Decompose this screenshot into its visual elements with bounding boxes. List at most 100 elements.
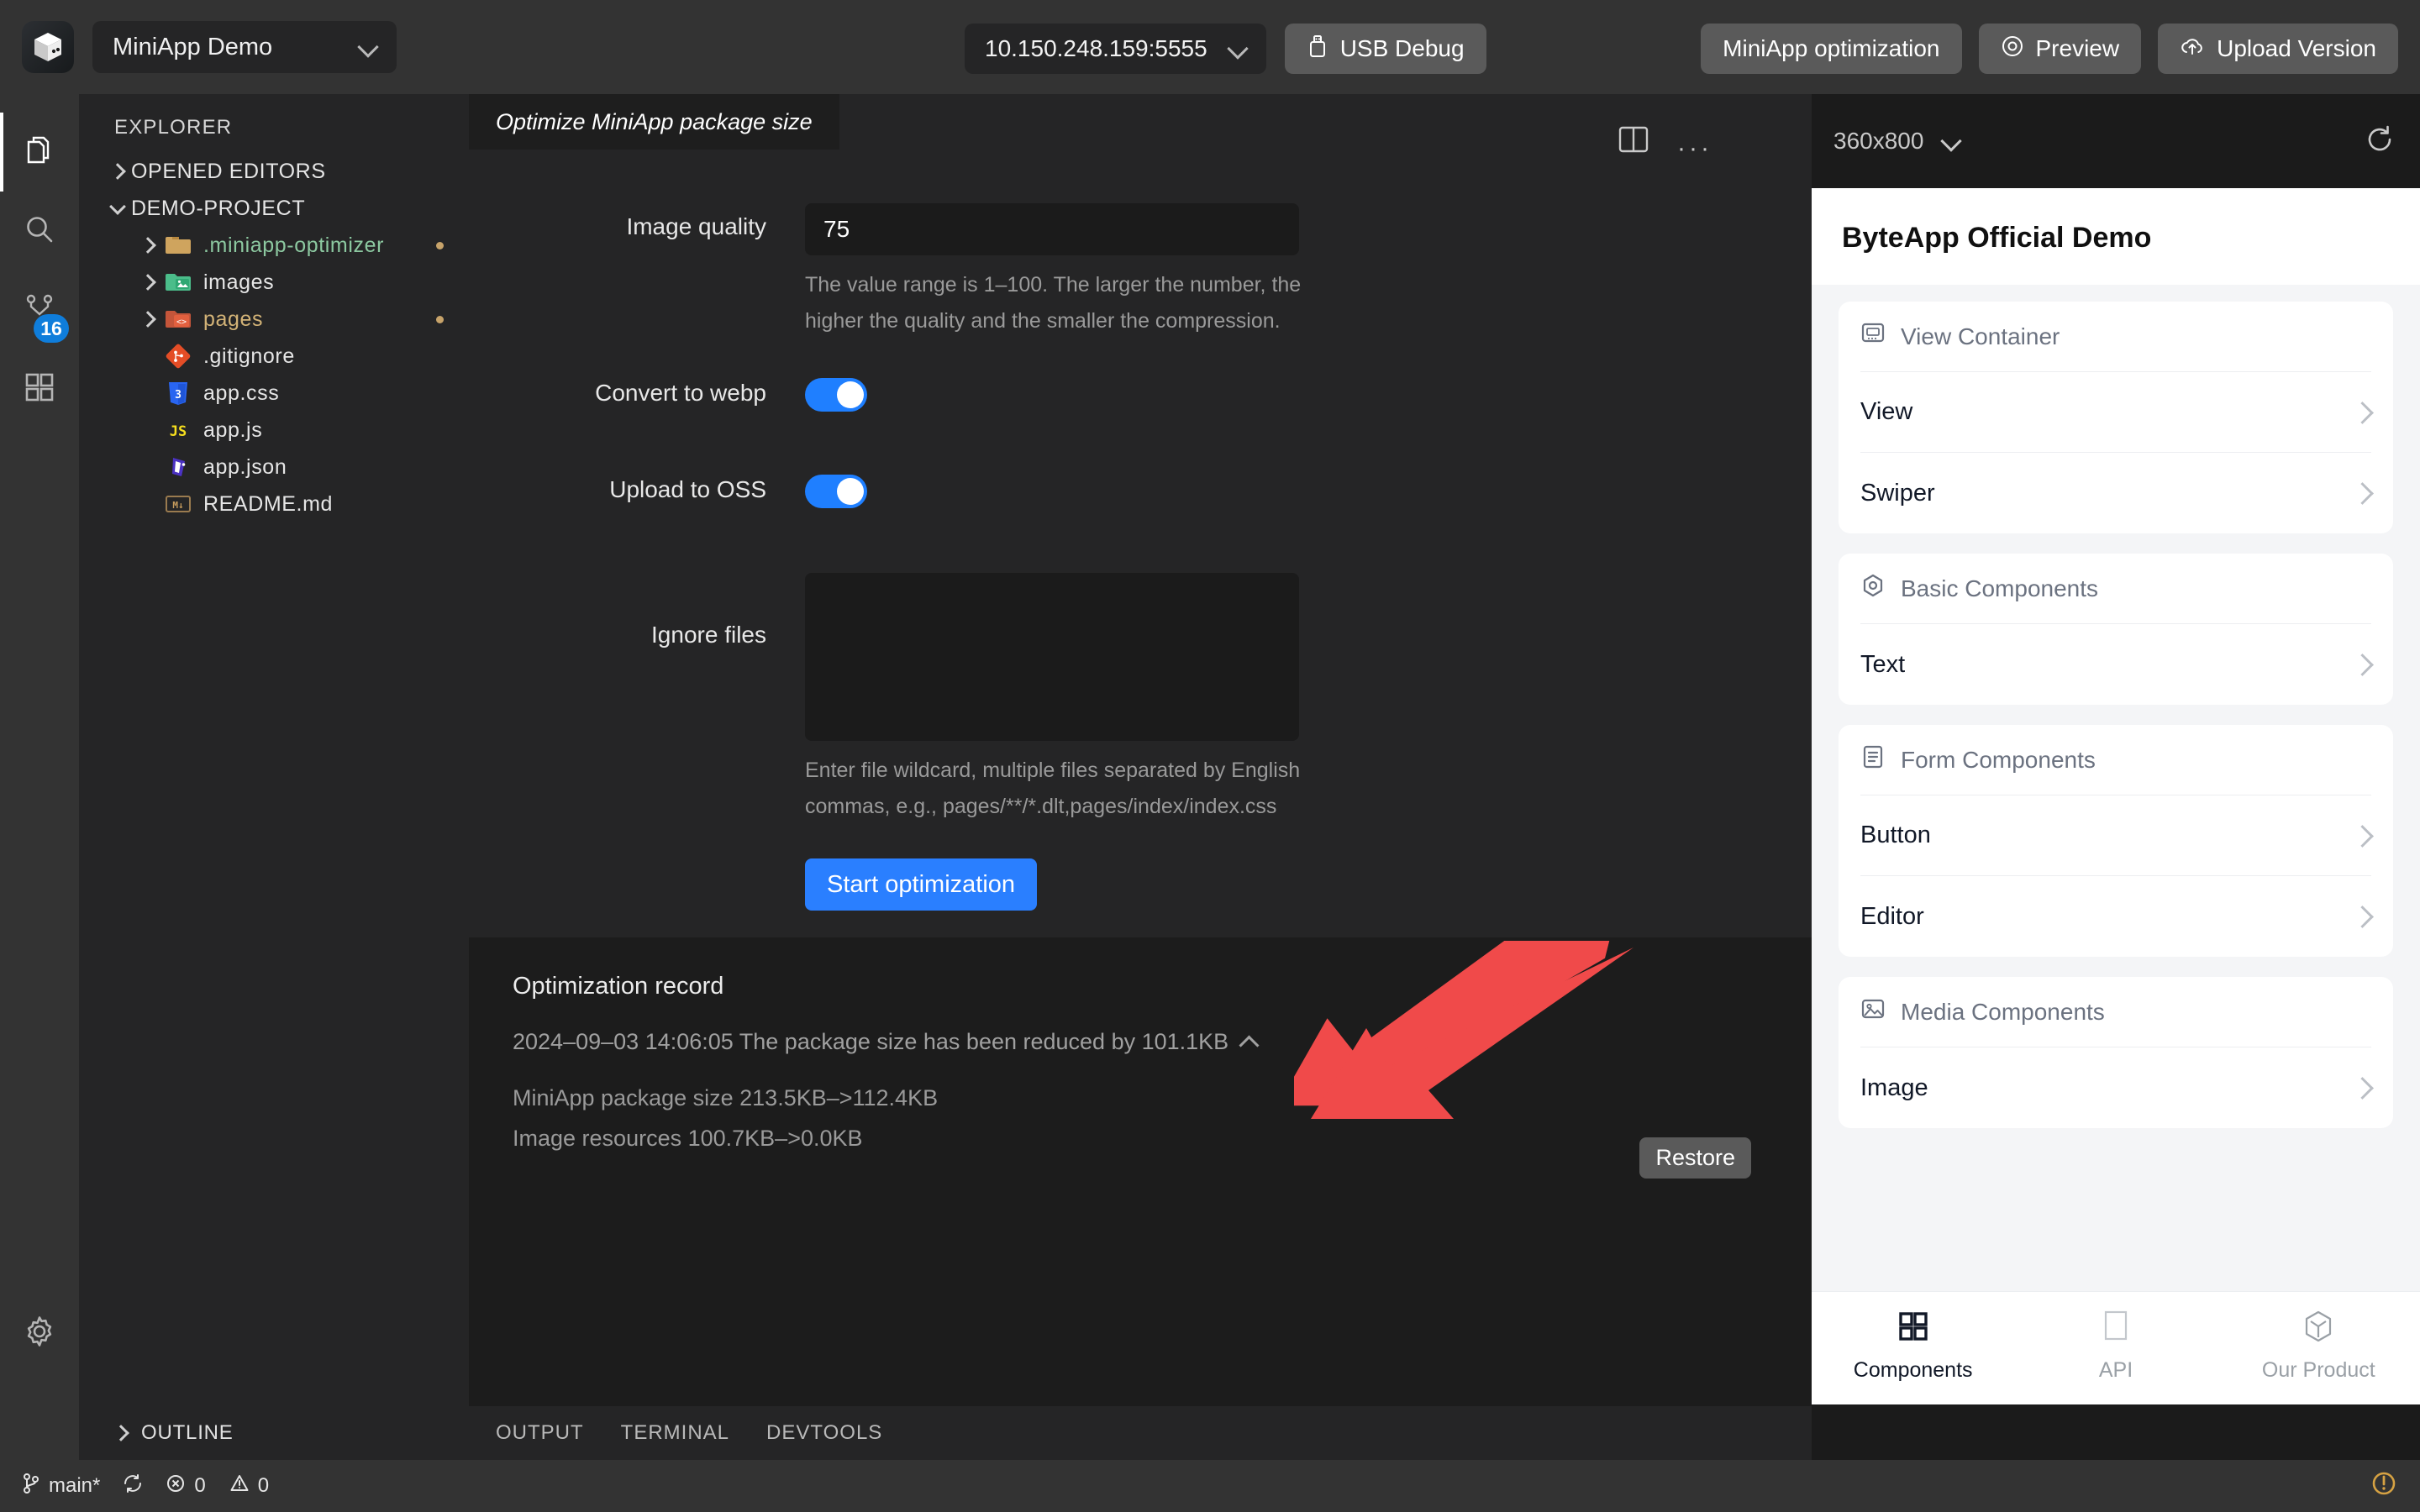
convert-webp-toggle[interactable]: [805, 378, 867, 412]
phone-scroll-area[interactable]: View Container View Swiper Basic Compone…: [1812, 285, 2420, 1291]
refresh-icon[interactable]: [2365, 124, 2395, 159]
status-problems[interactable]: 0 0: [166, 1473, 269, 1499]
device-address: 10.150.248.159:5555: [985, 35, 1207, 61]
project-selector[interactable]: MiniApp Demo: [92, 21, 397, 73]
activity-item-search[interactable]: [0, 192, 79, 270]
svg-text:<>: <>: [176, 318, 187, 327]
source-control-badge: 16: [34, 314, 69, 343]
explorer-sidebar: EXPLORER OPENED EDITORS DEMO-PROJECT .mi…: [79, 94, 469, 1460]
tab-label: Optimize MiniApp package size: [496, 108, 813, 134]
upload-version-label: Upload Version: [2217, 35, 2376, 61]
list-item-swiper[interactable]: Swiper: [1860, 453, 2371, 533]
panel-tab-devtools[interactable]: DEVTOOLS: [766, 1421, 882, 1445]
restore-button[interactable]: Restore: [1639, 1137, 1751, 1179]
card-header: View Container: [1860, 302, 2371, 372]
panel-tab-terminal[interactable]: TERMINAL: [621, 1421, 729, 1445]
phone-tab-api[interactable]: API: [2014, 1292, 2217, 1404]
file-label: .miniapp-optimizer: [203, 233, 385, 257]
tree-item-app-js[interactable]: JS app.js: [79, 412, 469, 449]
chevron-up-icon[interactable]: [1242, 1035, 1257, 1050]
device-address-selector[interactable]: 10.150.248.159:5555: [965, 24, 1266, 74]
chevron-right-icon: [2353, 1079, 2371, 1097]
markdown-icon: M↓: [161, 494, 195, 514]
activity-item-explorer[interactable]: [0, 113, 79, 192]
card-header-label: Basic Components: [1901, 575, 2099, 601]
upload-oss-toggle[interactable]: [805, 475, 867, 508]
activity-item-settings[interactable]: [0, 1294, 79, 1373]
start-optimization-label: Start optimization: [827, 870, 1016, 898]
image-quality-input[interactable]: 75: [805, 203, 1299, 255]
project-name: MiniApp Demo: [113, 33, 273, 60]
list-item-button[interactable]: Button: [1860, 795, 2371, 876]
status-sync[interactable]: [122, 1473, 144, 1500]
list-item-view[interactable]: View: [1860, 372, 2371, 453]
modified-dot: [436, 315, 444, 323]
file-label: app.css: [203, 381, 280, 405]
tree-item-readme[interactable]: M↓ README.md: [79, 486, 469, 522]
ignore-files-hint: Enter file wildcard, multiple files sepa…: [805, 759, 1301, 818]
explorer-section-outline[interactable]: OUTLINE: [79, 1406, 469, 1460]
editor-area: Optimize MiniApp package size Image qual…: [469, 94, 1812, 1460]
chevron-down-icon[interactable]: [1942, 131, 1962, 151]
cloud-upload-icon: [2180, 34, 2205, 64]
status-bar: main* 0 0: [0, 1460, 2420, 1512]
phone-tab-components[interactable]: Components: [1812, 1292, 2014, 1404]
optimization-form: Image quality 75 The value range is 1–10…: [469, 150, 1812, 911]
svg-text:JS: JS: [170, 423, 187, 440]
file-label: README.md: [203, 491, 334, 516]
js-icon: JS: [161, 419, 195, 441]
list-item-label: Image: [1860, 1074, 1928, 1101]
tree-item-miniapp-optimizer[interactable]: .miniapp-optimizer: [79, 227, 469, 264]
chevron-down-icon: [104, 201, 131, 217]
section-label: DEMO-PROJECT: [131, 196, 306, 220]
list-item-image[interactable]: Image: [1860, 1047, 2371, 1128]
list-item-editor[interactable]: Editor: [1860, 876, 2371, 957]
toggle-knob: [837, 478, 864, 505]
usb-debug-button[interactable]: USB Debug: [1284, 24, 1486, 74]
split-panel-icon[interactable]: [1618, 126, 1649, 157]
upload-version-button[interactable]: Upload Version: [2158, 24, 2398, 74]
preview-label: Preview: [2035, 35, 2120, 61]
phone-tab-our-product[interactable]: Our Product: [2217, 1292, 2420, 1404]
tree-item-app-json[interactable]: app.json: [79, 449, 469, 486]
miniapp-optimization-label: MiniApp optimization: [1723, 35, 1940, 61]
tab-optimize-miniapp-package-size[interactable]: Optimize MiniApp package size: [469, 94, 839, 150]
tree-section-opened-editors[interactable]: OPENED EDITORS: [79, 153, 469, 190]
file-label: app.json: [203, 454, 287, 479]
card-header-label: Media Components: [1901, 998, 2105, 1025]
preview-button[interactable]: Preview: [1978, 24, 2142, 74]
folder-code-icon: <>: [161, 308, 195, 330]
explorer-title: EXPLORER: [114, 116, 233, 139]
list-item-text[interactable]: Text: [1860, 624, 2371, 705]
panel-tab-output[interactable]: OUTPUT: [496, 1421, 584, 1445]
optimization-record-entry[interactable]: 2024–09–03 14:06:05 The package size has…: [469, 1029, 1812, 1055]
miniapp-optimization-button[interactable]: MiniApp optimization: [1701, 24, 1962, 74]
activity-item-extensions[interactable]: [0, 349, 79, 428]
chevron-right-icon: [134, 239, 161, 251]
start-optimization-button[interactable]: Start optimization: [805, 858, 1038, 911]
file-label: pages: [203, 307, 264, 331]
status-notifications[interactable]: [2370, 1469, 2398, 1504]
hexagon-icon: [2303, 1310, 2333, 1348]
chevron-right-icon: [134, 313, 161, 325]
status-branch[interactable]: main*: [22, 1473, 100, 1500]
tree-item-gitignore[interactable]: .gitignore: [79, 338, 469, 375]
media-components-icon: [1860, 996, 1886, 1027]
simulator-panel: ··· 360x800 ByteApp Official Demo View C…: [1618, 94, 2420, 1460]
tree-item-app-css[interactable]: 3 app.css: [79, 375, 469, 412]
ignore-files-label: Ignore files: [651, 622, 766, 648]
tree-item-images[interactable]: images: [79, 264, 469, 301]
tree-item-pages[interactable]: <> pages: [79, 301, 469, 338]
editor-tab-bar: Optimize MiniApp package size: [469, 94, 1812, 150]
activity-item-source-control[interactable]: 16: [0, 270, 79, 349]
file-label: .gitignore: [203, 344, 295, 368]
simulator-toolbar: ··· 360x800: [1618, 94, 2420, 188]
card-media-components: Media Components Image: [1839, 977, 2393, 1128]
ignore-files-textarea[interactable]: [805, 573, 1299, 741]
ellipsis-icon[interactable]: ···: [1677, 134, 1712, 163]
chevron-right-icon: [104, 165, 131, 177]
list-item-label: View: [1860, 398, 1913, 425]
tree-section-demo-project[interactable]: DEMO-PROJECT: [79, 190, 469, 227]
chevron-down-icon: [1228, 38, 1249, 60]
upload-oss-label: Upload to OSS: [609, 476, 766, 502]
